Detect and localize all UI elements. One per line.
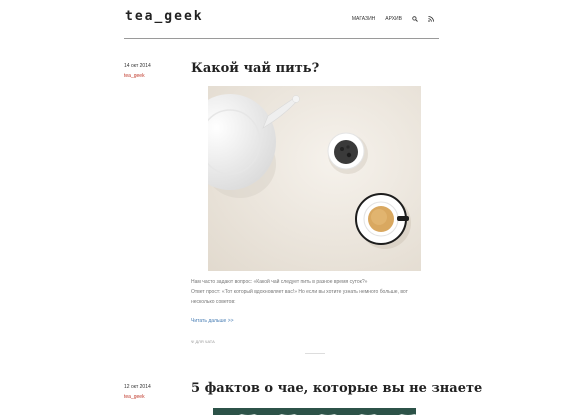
nav-item-shop[interactable]: МАГАЗИН bbox=[352, 16, 375, 22]
excerpt-line: Ответ прост: «Тот который вдохновляет ва… bbox=[191, 289, 408, 295]
post-date: 12 окт 2014 bbox=[124, 384, 151, 390]
read-more-link[interactable]: Читать дальше >> bbox=[191, 318, 234, 324]
post-date: 14 окт 2014 bbox=[124, 63, 151, 69]
post-title[interactable]: 5 фактов о чае, которые вы не знаете bbox=[191, 381, 482, 396]
rss-icon[interactable] bbox=[428, 16, 434, 22]
post-image-tea-pattern[interactable] bbox=[213, 408, 416, 415]
nav-item-archive[interactable]: АРХИВ bbox=[385, 16, 402, 22]
share-widget[interactable]: Ψ ДЛЯ ЧАТА bbox=[191, 339, 215, 344]
post-divider bbox=[305, 353, 325, 354]
post-author-link[interactable]: tea_geek bbox=[124, 394, 151, 400]
post-title[interactable]: Какой чай пить? bbox=[191, 61, 319, 76]
site-header: tea_geek МАГАЗИН АРХИВ bbox=[124, 0, 439, 39]
post-excerpt: Нам часто задают вопрос: «Какой чай след… bbox=[191, 277, 421, 307]
post-meta: 14 окт 2014 tea_geek bbox=[124, 63, 151, 79]
main-nav: МАГАЗИН АРХИВ bbox=[342, 16, 434, 22]
excerpt-line: несколько советов: bbox=[191, 299, 236, 305]
search-icon[interactable] bbox=[412, 16, 418, 22]
site-logo[interactable]: tea_geek bbox=[125, 9, 204, 24]
excerpt-line: Нам часто задают вопрос: «Какой чай след… bbox=[191, 279, 368, 285]
post-image-teapot[interactable] bbox=[208, 86, 421, 271]
post-meta: 12 окт 2014 tea_geek bbox=[124, 384, 151, 400]
post-author-link[interactable]: tea_geek bbox=[124, 73, 151, 79]
